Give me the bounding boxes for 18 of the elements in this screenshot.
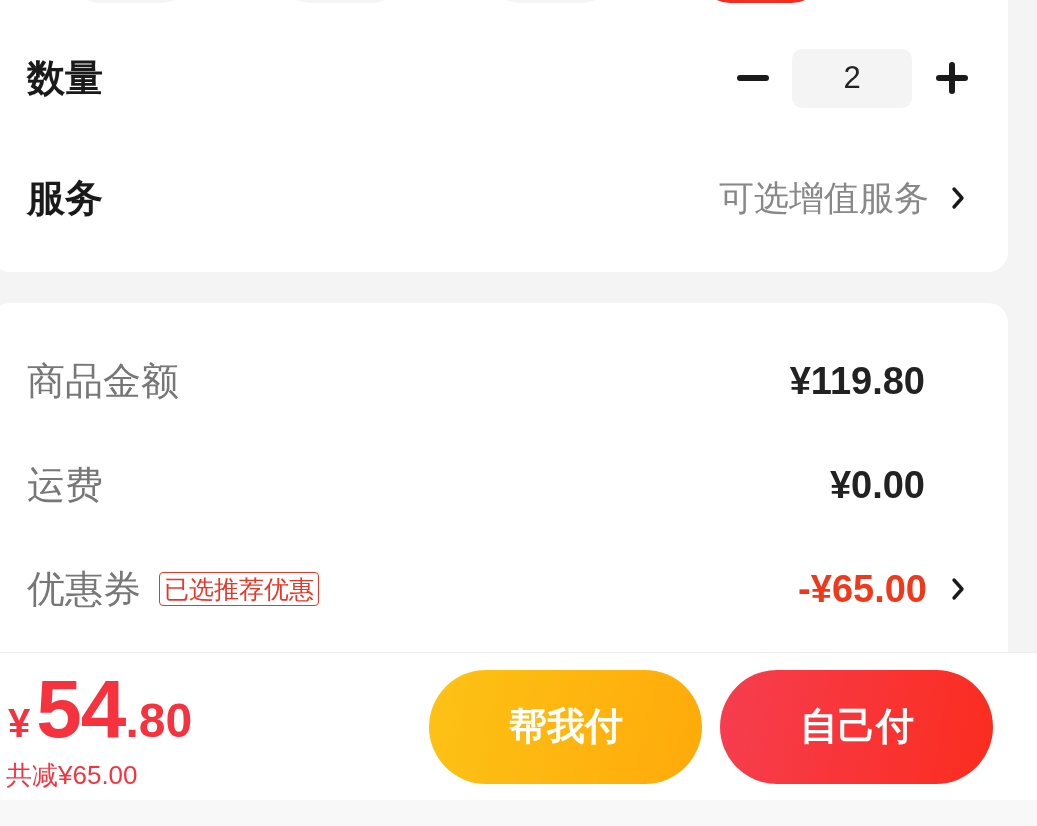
quantity-field[interactable]: 2 (792, 48, 912, 108)
chevron-right-icon (951, 186, 965, 210)
summary-label: 商品金额 (27, 358, 179, 404)
summary-label: 优惠券 (27, 566, 141, 612)
service-option-link[interactable]: 可选增值服务 (719, 174, 929, 222)
service-label: 服务 (27, 175, 103, 221)
amount-value: ¥0.00 (829, 463, 925, 507)
plus-icon[interactable] (936, 62, 968, 94)
coupon-tag: 已选推荐优惠 (159, 572, 319, 606)
summary-label: 运费 (27, 462, 103, 508)
total-price: ¥54.80 (7, 668, 193, 750)
quantity-label: 数量 (27, 55, 103, 101)
minus-icon[interactable] (737, 75, 769, 81)
chevron-right-icon[interactable] (951, 577, 965, 601)
discount-amount: -¥65.00 (798, 567, 927, 611)
pay-myself-button[interactable]: 自己付 (720, 669, 993, 784)
savings-text: 共减¥65.00 (6, 759, 139, 792)
amount-value: ¥119.80 (789, 359, 925, 403)
